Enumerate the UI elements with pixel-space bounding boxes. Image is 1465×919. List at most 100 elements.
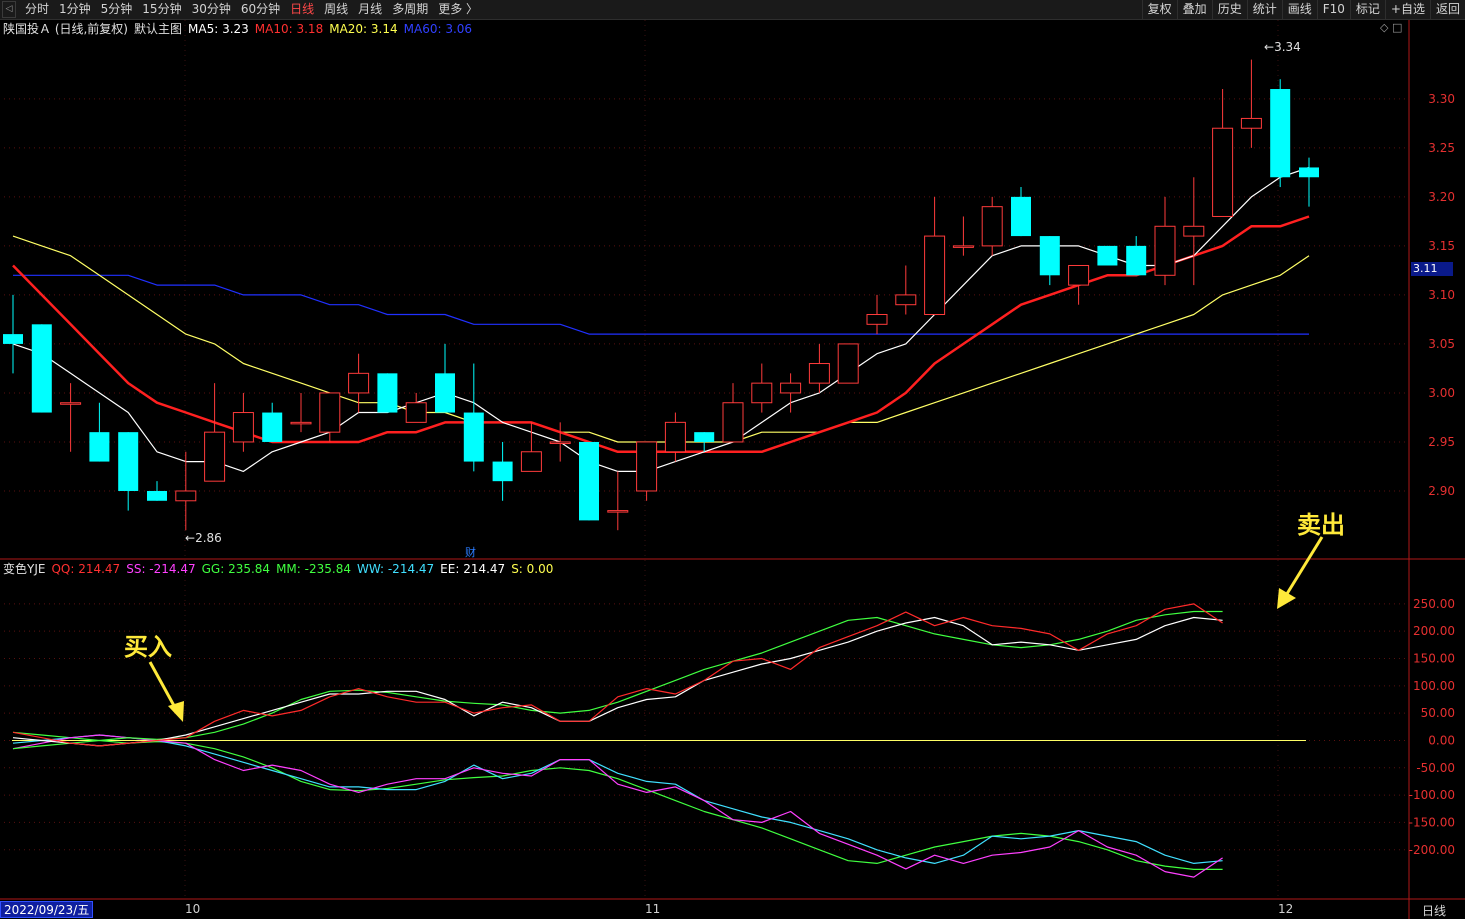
candle-body-up <box>204 431 226 482</box>
candle-body-down <box>463 412 484 462</box>
candle <box>3 294 23 374</box>
candle-body-down <box>1299 167 1319 178</box>
candle <box>492 441 513 501</box>
ma60-line <box>13 274 1309 335</box>
current-price-tag: 3.11 <box>1411 262 1453 276</box>
candle <box>290 392 312 433</box>
candle-body-down <box>1270 89 1291 178</box>
candle <box>89 402 110 462</box>
ww-line <box>12 734 1223 865</box>
finance-report-badge[interactable]: 财 <box>465 544 476 560</box>
candle <box>1097 245 1118 266</box>
s-value: S: 0.00 <box>511 562 554 576</box>
indicator-axis: 250.00 200.00 150.00 100.00 50.00 0.00 -50.00 -… <box>1409 597 1455 857</box>
month-tick-oct: 10 <box>185 902 201 916</box>
price-tick-label: 3.30 <box>1428 92 1455 106</box>
candle-body-up <box>348 372 370 394</box>
candle-body-up <box>636 441 658 492</box>
candle <box>1240 59 1262 148</box>
kline-chart[interactable]: 3.30 3.25 3.20 3.15 3.10 3.05 3.00 2.95 2.90 250… <box>0 0 1465 919</box>
buy-annotation: 买入 <box>124 633 172 661</box>
sell-annotation: 卖出 <box>1297 511 1345 539</box>
price-tick-label: 3.10 <box>1428 288 1455 302</box>
candle-body-up <box>1183 225 1205 237</box>
candle-body-up <box>520 451 542 472</box>
candle-body-down <box>694 432 715 442</box>
ma5-line <box>12 166 1310 472</box>
candle-body-down <box>3 334 23 344</box>
candle <box>348 353 370 413</box>
candle <box>780 373 802 413</box>
month-tick-dec: 12 <box>1278 902 1294 916</box>
indicator-tick-label: 200.00 <box>1413 624 1455 638</box>
period-indicator[interactable]: 日线 <box>1422 902 1446 919</box>
candle <box>1039 236 1060 286</box>
candle-body-up <box>952 245 974 248</box>
candle-body-up <box>722 402 744 443</box>
ww-value: WW: -214.47 <box>356 562 435 576</box>
candle <box>262 402 283 442</box>
candle-body-down <box>1097 245 1118 266</box>
candle-body-up <box>895 294 917 306</box>
qq-line <box>12 603 1223 747</box>
buy-arrow-head <box>168 701 184 722</box>
candle <box>981 196 1003 256</box>
candle-body-up <box>1068 264 1090 286</box>
panel-corner-icons[interactable]: ◇ □ <box>1380 21 1402 34</box>
price-tick-label: 3.20 <box>1428 190 1455 204</box>
ma60-value: MA60: 3.06 <box>403 22 473 36</box>
ma20-value: MA20: 3.14 <box>329 22 398 36</box>
high-price-label: ←3.34 <box>1264 40 1301 54</box>
candle-body-down <box>435 373 455 413</box>
price-tick-label: 3.05 <box>1428 337 1455 351</box>
candle <box>204 383 226 482</box>
indicator-name[interactable]: 变色YJE <box>3 560 45 578</box>
price-axis: 3.30 3.25 3.20 3.15 3.10 3.05 3.00 2.95 2.90 <box>1428 92 1455 498</box>
price-tick-label: 2.95 <box>1428 435 1455 449</box>
candle <box>31 324 52 413</box>
candle <box>837 343 859 384</box>
date-cursor-box: 2022/09/23/五 <box>0 901 94 918</box>
ee-line <box>12 616 1223 747</box>
low-marker-icon: ← <box>185 531 196 545</box>
candle-body-up <box>866 314 888 325</box>
candle <box>722 383 744 443</box>
main-chart-legend: 陕国投Ａ (日线,前复权) 默认主图 MA5: 3.23 MA10: 3.18 … <box>3 20 478 38</box>
candle-body-up <box>175 490 197 502</box>
candle <box>866 294 888 335</box>
qq-value: QQ: 214.47 <box>51 562 121 576</box>
indicator-lines <box>12 603 1306 878</box>
candle <box>1011 187 1031 237</box>
candle <box>607 471 629 531</box>
candle-body-up <box>808 363 830 384</box>
candle <box>1126 236 1147 276</box>
candle-body-up <box>837 343 859 384</box>
candle <box>751 363 773 413</box>
price-tick-label: 3.25 <box>1428 141 1455 155</box>
ss-value: SS: -214.47 <box>126 562 196 576</box>
indicator-tick-label: 0.00 <box>1428 733 1455 747</box>
moving-average-lines <box>12 166 1310 472</box>
candle <box>579 441 599 521</box>
candle-body-up <box>405 402 427 423</box>
candle-body-up <box>232 412 254 443</box>
candle <box>1068 264 1090 305</box>
candle <box>636 441 658 501</box>
candle <box>1212 89 1234 217</box>
candle-body-down <box>262 412 283 442</box>
indicator-tick-label: 50.00 <box>1421 706 1455 720</box>
template-label[interactable]: 默认主图 <box>134 20 182 38</box>
candle <box>175 451 197 531</box>
stock-name[interactable]: 陕国投Ａ (日线,前复权) <box>3 20 128 38</box>
high-marker-icon: ← <box>1264 40 1275 54</box>
sell-arrow-shaft <box>1283 536 1324 598</box>
price-tick-label: 2.90 <box>1428 484 1455 498</box>
gg-value: GG: 235.84 <box>201 562 271 576</box>
candle <box>895 265 917 315</box>
candlesticks <box>3 59 1319 531</box>
candle <box>1183 177 1205 286</box>
candle <box>1299 157 1319 207</box>
indicator-legend: 变色YJE QQ: 214.47 SS: -214.47 GG: 235.84 … <box>3 560 559 578</box>
low-price-label: ←2.86 <box>185 531 222 545</box>
ma20-line <box>12 235 1310 443</box>
